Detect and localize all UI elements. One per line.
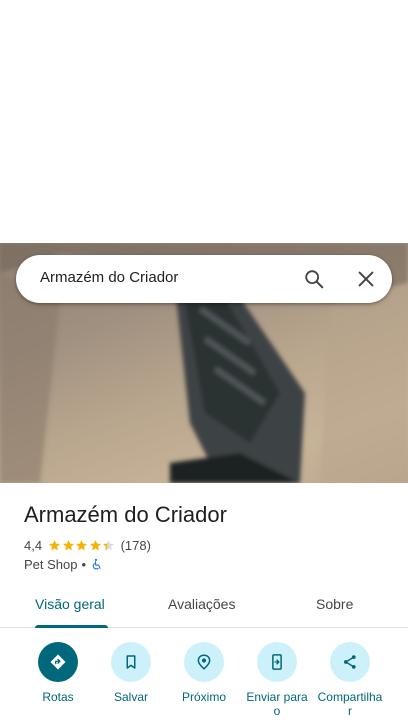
rating-row[interactable]: 4,4 (178) bbox=[24, 536, 151, 554]
blank-map-area bbox=[0, 0, 408, 243]
share-button[interactable]: Compartilhar bbox=[310, 642, 390, 718]
place-title: Armazém do Criador bbox=[24, 502, 227, 527]
rating-value: 4,4 bbox=[24, 537, 43, 553]
search-query[interactable]: Armazém do Criador bbox=[40, 269, 178, 286]
star-icon bbox=[76, 539, 87, 550]
tab-bar: Visão geral Avaliações Sobre bbox=[0, 583, 408, 628]
nearby-button[interactable]: Próximo bbox=[164, 642, 244, 704]
close-icon[interactable] bbox=[355, 268, 377, 290]
nearby-icon bbox=[184, 642, 224, 682]
star-icon bbox=[62, 539, 74, 550]
search-icon[interactable] bbox=[303, 268, 325, 290]
share-label: Compartilhar bbox=[317, 690, 383, 718]
active-tab-indicator bbox=[35, 625, 108, 628]
category-row: Pet Shop • bbox=[24, 557, 103, 572]
directions-icon bbox=[38, 642, 78, 682]
bookmark-icon bbox=[111, 642, 151, 682]
star-icon bbox=[89, 539, 101, 550]
send-to-phone-button[interactable]: Enviar para o bbox=[237, 642, 317, 718]
share-icon bbox=[330, 642, 370, 682]
directions-button[interactable]: Rotas bbox=[18, 642, 98, 704]
star-icon bbox=[49, 539, 60, 550]
tab-reviews[interactable]: Avaliações bbox=[168, 596, 235, 612]
place-category: Pet Shop bbox=[24, 557, 78, 572]
review-count: (178) bbox=[120, 537, 151, 553]
search-bar[interactable]: Armazém do Criador bbox=[16, 255, 392, 303]
rating-stars bbox=[48, 539, 116, 552]
action-bar: Rotas Salvar Próximo Enviar para o Compa… bbox=[0, 642, 408, 726]
save-button[interactable]: Salvar bbox=[91, 642, 171, 704]
nearby-label: Próximo bbox=[181, 690, 226, 704]
send-to-phone-icon bbox=[257, 642, 297, 682]
star-icon bbox=[103, 539, 114, 550]
send-to-phone-label: Enviar para o bbox=[246, 690, 308, 718]
directions-label: Rotas bbox=[42, 690, 74, 704]
tab-overview[interactable]: Visão geral bbox=[35, 596, 105, 612]
save-label: Salvar bbox=[113, 690, 148, 704]
wheelchair-accessible-icon bbox=[92, 558, 101, 570]
separator-dot: • bbox=[81, 557, 87, 572]
tab-about[interactable]: Sobre bbox=[316, 596, 353, 612]
